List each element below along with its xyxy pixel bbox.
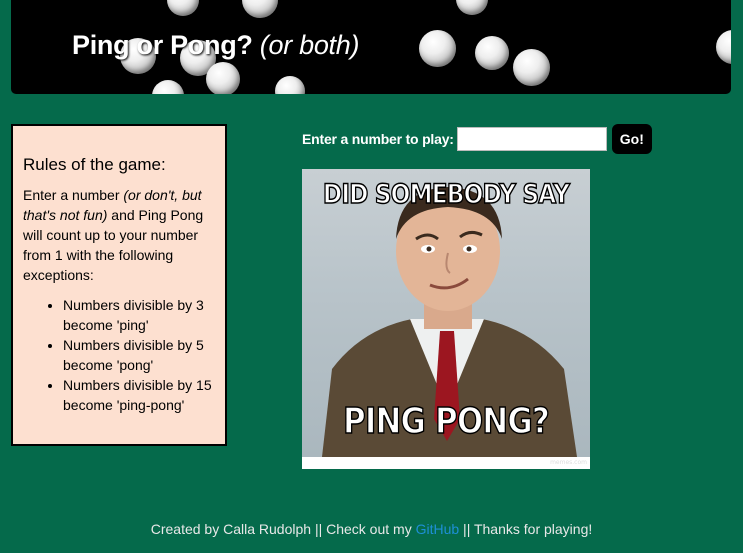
number-form: Enter a number to play: Go! [302, 124, 652, 154]
ping-pong-ball-icon [475, 36, 509, 70]
footer-credit: Created by Calla Rudolph || Check out my [150, 521, 416, 537]
footer: Created by Calla Rudolph || Check out my… [0, 521, 743, 537]
ping-pong-ball-icon [419, 30, 456, 67]
rules-heading: Rules of the game: [23, 155, 166, 174]
github-link[interactable]: GitHub [416, 521, 460, 537]
ping-pong-ball-icon [513, 49, 550, 86]
meme-watermark: memes.com [550, 459, 587, 466]
title-main: Ping or Pong? [72, 30, 253, 60]
rule-item-divisible-by-3: Numbers divisible by 3 become 'ping' [63, 295, 215, 335]
rules-list: Numbers divisible by 3 become 'ping' Num… [23, 295, 215, 415]
ping-pong-ball-icon [716, 30, 731, 64]
ping-pong-ball-icon [275, 76, 305, 94]
rules-intro: Enter a number (or don't, but that's not… [23, 185, 215, 285]
rules-panel: Rules of the game: Enter a number (or do… [11, 124, 227, 446]
ping-pong-ball-icon [456, 0, 488, 15]
ping-pong-ball-icon [206, 62, 240, 94]
go-button[interactable]: Go! [611, 124, 652, 154]
page: Ping or Pong? (or both) Rules of the gam… [0, 0, 743, 553]
rule-item-divisible-by-15: Numbers divisible by 15 become 'ping-pon… [63, 375, 215, 415]
number-input[interactable] [456, 127, 607, 151]
footer-thanks: || Thanks for playing! [459, 521, 593, 537]
meme-image: DID SOMEBODY SAY PING PONG? memes.com [302, 169, 590, 469]
number-input-label: Enter a number to play: [302, 131, 454, 147]
ping-pong-ball-icon [167, 0, 199, 16]
title-subtitle: (or both) [259, 30, 360, 60]
ping-pong-ball-icon [242, 0, 278, 18]
page-title: Ping or Pong? (or both) [72, 30, 359, 61]
meme-bottom-caption: PING PONG? [342, 400, 550, 443]
meme-top-caption: DID SOMEBODY SAY [322, 178, 570, 211]
rule-item-divisible-by-5: Numbers divisible by 5 become 'pong' [63, 335, 215, 375]
header-banner: Ping or Pong? (or both) [11, 0, 731, 94]
rules-intro-start: Enter a number [23, 187, 124, 203]
ping-pong-ball-icon [152, 80, 184, 94]
